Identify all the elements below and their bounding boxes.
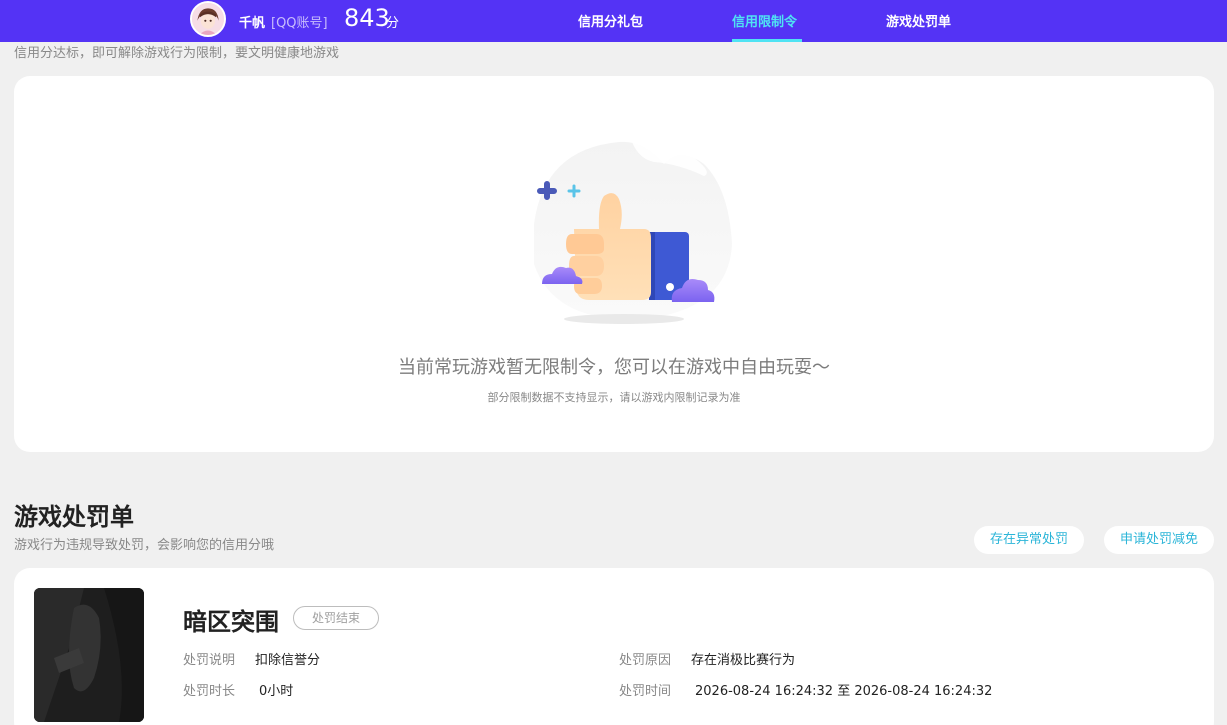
penalty-reason-label: 处罚原因 (619, 653, 672, 668)
abnormal-penalty-button[interactable]: 存在异常处罚 (974, 526, 1084, 554)
avatar-image (192, 3, 224, 35)
tab-credit-restriction[interactable]: 信用限制令 (732, 11, 797, 30)
tab-credit-gift[interactable]: 信用分礼包 (578, 11, 643, 30)
apply-penalty-reduction-button[interactable]: 申请处罚减免 (1104, 526, 1214, 554)
credit-score-unit: 分 (386, 16, 400, 31)
game-thumbnail (34, 588, 144, 722)
penalty-desc-label: 处罚说明 (183, 653, 236, 668)
penalty-duration-value: 0小时 (259, 684, 294, 699)
penalty-section-title: 游戏处罚单 (14, 503, 134, 531)
game-name: 暗区突围 (183, 608, 279, 636)
empty-state-title: 当前常玩游戏暂无限制令，您可以在游戏中自由玩耍～ (398, 357, 830, 378)
penalty-time-value: 2026-08-24 16:24:32 至 2026-08-24 16:24:3… (695, 684, 993, 699)
username: 千帆 (239, 16, 266, 31)
penalty-record-card[interactable]: 暗区突围 处罚结束 处罚说明 扣除信誉分 处罚原因 存在消极比赛行为 处罚时长 … (14, 568, 1214, 725)
penalty-reason-value: 存在消极比赛行为 (691, 653, 796, 668)
penalty-section-subtitle: 游戏行为违规导致处罚，会影响您的信用分哦 (14, 538, 275, 553)
credit-score: 843 (344, 4, 390, 32)
avatar[interactable] (190, 1, 226, 37)
top-nav-bar: 千帆 [QQ账号] 843 分 信用分礼包 信用限制令 游戏处罚单 (0, 0, 1227, 42)
penalty-desc-value: 扣除信誉分 (255, 653, 321, 668)
status-badge: 处罚结束 (293, 606, 379, 630)
thumbs-up-icon (514, 134, 734, 329)
empty-state-note: 部分限制数据不支持显示，请以游戏内限制记录为准 (487, 391, 741, 404)
restriction-empty-card: 当前常玩游戏暂无限制令，您可以在游戏中自由玩耍～ 部分限制数据不支持显示，请以游… (14, 76, 1214, 452)
tab-game-penalty[interactable]: 游戏处罚单 (886, 11, 951, 30)
penalty-duration-label: 处罚时长 (183, 684, 236, 699)
penalty-time-label: 处罚时间 (619, 684, 672, 699)
restriction-subtitle: 信用分达标，即可解除游戏行为限制，要文明健康地游戏 (14, 46, 340, 61)
account-type: [QQ账号] (271, 16, 328, 31)
active-tab-indicator (732, 39, 802, 42)
